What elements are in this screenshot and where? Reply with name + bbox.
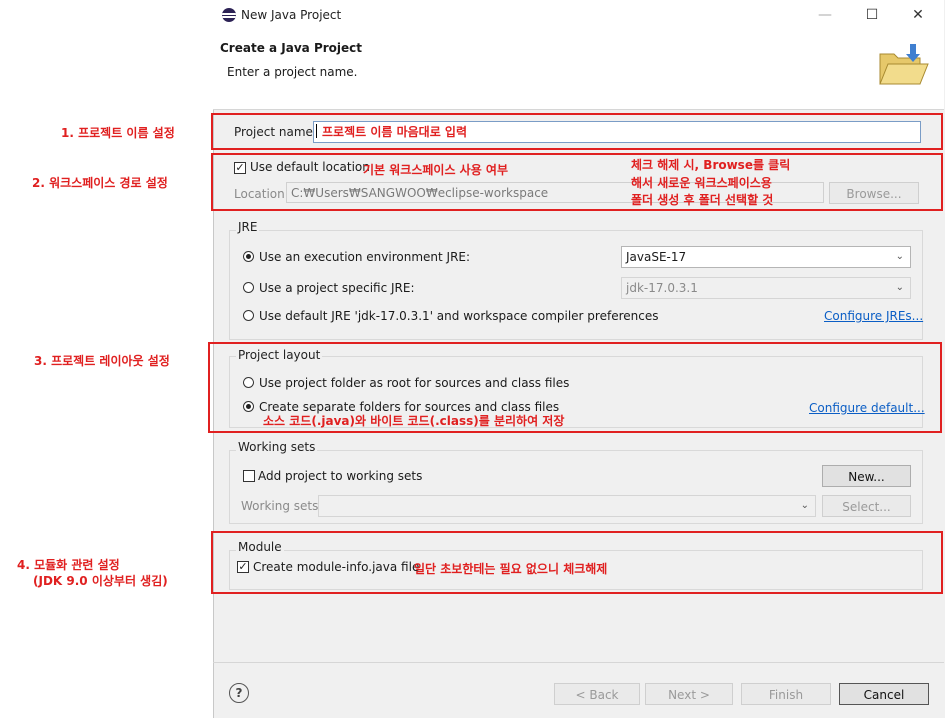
jre-group-label: JRE <box>236 220 260 234</box>
wizard-message: Enter a project name. <box>227 65 358 79</box>
annotation-label-2: 2. 워크스페이스 경로 설정 <box>32 176 168 190</box>
jre-env-select[interactable]: JavaSE-17 ⌄ <box>621 246 911 268</box>
chevron-down-icon: ⌄ <box>800 500 809 511</box>
annotation-label-1: 1. 프로젝트 이름 설정 <box>61 126 175 140</box>
chevron-down-icon: ⌄ <box>895 251 904 262</box>
wizard-title: Create a Java Project <box>220 41 363 55</box>
annotation-uncheck-note-1: 체크 해제 시, Browse를 클릭 <box>631 158 791 172</box>
finish-button[interactable]: Finish <box>741 683 831 705</box>
working-sets-select[interactable]: ⌄ <box>318 495 816 517</box>
jre-specific-label: Use a project specific JRE: <box>259 281 415 295</box>
configure-jres-link[interactable]: Configure JREs... <box>824 309 923 323</box>
close-button[interactable]: ✕ <box>903 4 933 26</box>
annotation-uncheck-note-3: 폴더 생성 후 폴더 선택할 것 <box>631 193 774 207</box>
annotation-label-3: 3. 프로젝트 레이아웃 설정 <box>34 354 170 368</box>
working-sets-group-label: Working sets <box>236 440 318 454</box>
annotation-layout-note: 소스 코드(.java)와 바이트 코드(.class)를 분리하여 저장 <box>263 414 565 428</box>
select-working-sets-button[interactable]: Select... <box>822 495 911 517</box>
annotation-module-note: 일단 초보한테는 필요 없으니 체크해제 <box>414 562 608 576</box>
jre-specific-radio[interactable] <box>243 282 254 293</box>
eclipse-icon <box>222 8 236 22</box>
jre-default-radio[interactable] <box>243 310 254 321</box>
chevron-down-icon: ⌄ <box>895 282 904 293</box>
annotation-default-location-note: 기본 워크스페이스 사용 여부 <box>363 163 509 177</box>
jre-specific-select[interactable]: jdk-17.0.3.1 ⌄ <box>621 277 911 299</box>
annotation-label-4b: (JDK 9.0 이상부터 생김) <box>33 574 168 588</box>
window-title: New Java Project <box>241 8 342 22</box>
help-icon[interactable]: ? <box>229 683 249 703</box>
annotation-box-location <box>211 153 943 211</box>
maximize-button[interactable]: ☐ <box>857 4 887 26</box>
annotation-uncheck-note-2: 해서 새로운 워크스페이스용 <box>631 176 772 190</box>
add-to-working-sets-label: Add project to working sets <box>258 469 423 483</box>
cancel-button[interactable]: Cancel <box>839 683 929 705</box>
annotation-label-4a: 4. 모듈화 관련 설정 <box>17 558 120 572</box>
jre-env-value: JavaSE-17 <box>626 250 687 264</box>
jre-default-label: Use default JRE 'jdk-17.0.3.1' and works… <box>259 309 659 323</box>
annotation-box-project-name <box>211 113 943 150</box>
footer-divider <box>213 662 944 663</box>
working-sets-label: Working sets: <box>241 499 323 513</box>
jre-specific-value: jdk-17.0.3.1 <box>626 281 698 295</box>
back-button[interactable]: < Back <box>554 683 640 705</box>
jre-env-radio[interactable] <box>243 251 254 262</box>
add-to-working-sets-checkbox[interactable] <box>243 470 255 482</box>
next-button[interactable]: Next > <box>645 683 733 705</box>
folder-icon <box>879 44 929 85</box>
jre-env-label: Use an execution environment JRE: <box>259 250 471 264</box>
minimize-button[interactable]: — <box>810 4 840 26</box>
new-working-set-button[interactable]: New... <box>822 465 911 487</box>
